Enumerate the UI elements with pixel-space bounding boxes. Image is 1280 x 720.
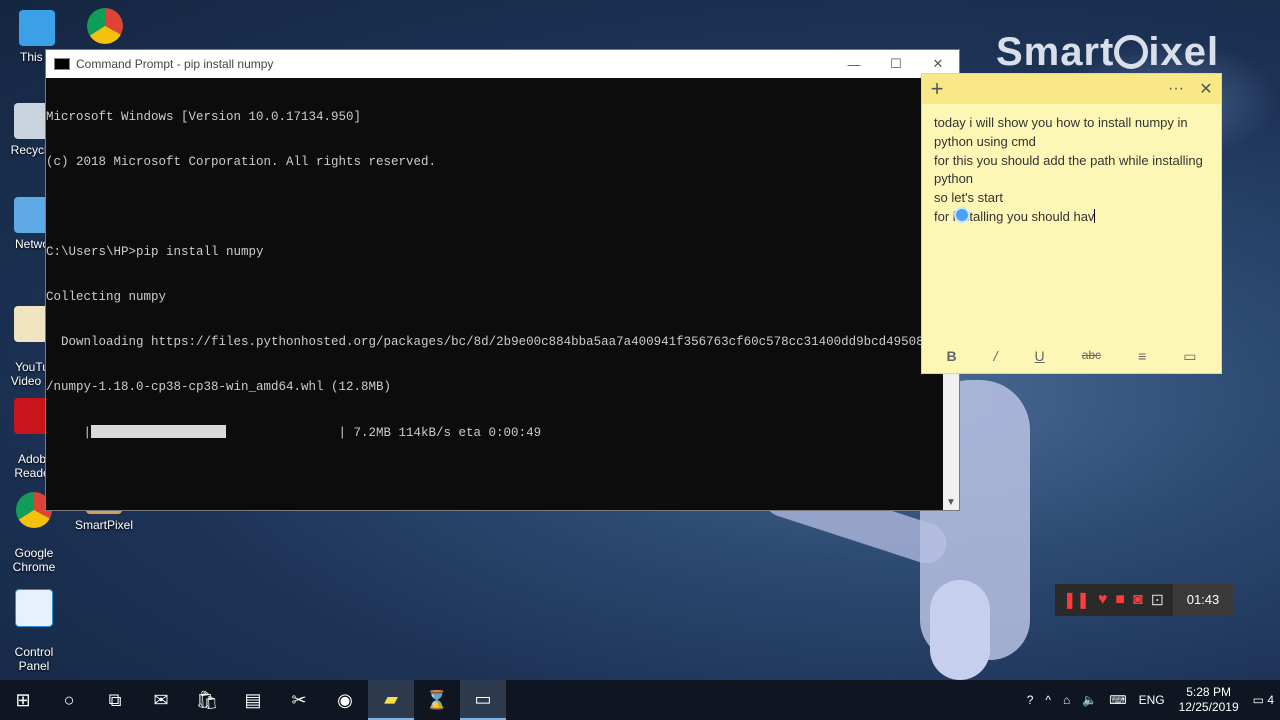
console-line: Microsoft Windows [Version 10.0.17134.95… [46,110,362,124]
clock-date: 12/25/2019 [1178,700,1239,714]
close-icon[interactable]: ✕ [917,56,959,72]
more-options-icon[interactable]: ··· [1161,80,1191,98]
sticky-note-header[interactable]: + ··· ✕ [922,74,1221,104]
desktop-icon-control-panel[interactable]: Control Panel [2,575,66,673]
desktop-icon-label: Control Panel [14,645,54,673]
note-format-toolbar: B / U abc ≡ ▭ [922,348,1221,365]
command-prompt-window[interactable]: Command Prompt - pip install numpy — ☐ ✕… [45,49,960,511]
cmd-window-title: Command Prompt - pip install numpy [76,57,274,71]
keyboard-icon[interactable]: ⌨ [1103,693,1132,707]
bullet-list-icon[interactable]: ≡ [1138,348,1146,365]
note-line: today i will show you how to install num… [934,115,1192,149]
sticky-note[interactable]: + ··· ✕ today i will show you how to ins… [921,73,1222,374]
sticky-notes-taskbar-icon[interactable]: ▰ [368,680,414,720]
heart-icon[interactable]: ♥ [1098,591,1108,609]
volume-icon[interactable]: 🔈 [1076,693,1103,707]
control-panel-icon [15,589,53,627]
system-tray: ? ^ ⌂ 🔈 ⌨ ENG 5:28 PM 12/25/2019 ▭ 4 [1021,680,1280,720]
desktop-icon-label: SmartPixel [74,518,133,532]
chevron-up-icon[interactable]: ^ [1039,693,1057,707]
add-note-icon[interactable]: + [922,76,952,102]
note-line: so let's start [934,190,1003,206]
recorder-taskbar-icon[interactable]: ⌛ [414,680,460,720]
cmd-titlebar[interactable]: Command Prompt - pip install numpy — ☐ ✕ [46,50,959,78]
camera-icon[interactable]: ◙ [1133,591,1143,609]
language-indicator[interactable]: ENG [1133,693,1171,707]
cmd-taskbar-icon[interactable]: ▭ [460,680,506,720]
store-icon[interactable]: 🛍 [184,680,230,720]
desktop-icon-chrome-top[interactable] [80,8,130,48]
stop-icon[interactable]: ■ [1115,591,1125,609]
cmd-console-output[interactable]: Microsoft Windows [Version 10.0.17134.95… [46,78,943,510]
desktop-icon-label: Google Chrome [12,546,56,574]
close-note-icon[interactable]: ✕ [1191,79,1221,99]
taskbar: ⊞ ○ ⧉ ✉ 🛍 ▤ ✂ ◉ ▰ ⌛ ▭ ? ^ ⌂ 🔈 ⌨ ENG 5:28… [0,680,1280,720]
bold-icon[interactable]: B [947,348,957,365]
chrome-icon [87,8,123,44]
underline-icon[interactable]: U [1035,348,1045,365]
screen-recorder-widget[interactable]: ❚❚ ♥ ■ ◙ ⊡ 01:43 [1055,584,1233,616]
italic-icon[interactable]: / [994,348,998,365]
mouse-cursor-highlight [954,207,970,223]
download-progress-line: | | 7.2MB 114kB/s eta 0:00:49 [46,425,542,440]
search-icon[interactable]: ○ [46,680,92,720]
note-line: for this you should add the path while i… [934,152,1207,187]
notification-center-icon[interactable]: ▭ 4 [1247,693,1280,707]
brand-watermark: Smart ixel [996,30,1220,74]
text-caret [1094,208,1096,223]
console-line: Collecting numpy [46,290,167,304]
cmd-app-icon [54,58,70,70]
pause-icon[interactable]: ❚❚ [1063,590,1090,610]
note-line: for installing you should hav [934,208,1096,224]
start-windows-icon[interactable]: ⊞ [0,680,46,720]
console-line: (c) 2018 Microsoft Corporation. All righ… [46,155,437,169]
console-line: /numpy-1.18.0-cp38-cp38-win_amd64.whl (1… [46,380,392,394]
help-icon[interactable]: ? [1021,693,1040,707]
download-progress-bar [91,425,227,438]
chrome-taskbar-icon[interactable]: ◉ [322,680,368,720]
mail-icon[interactable]: ✉ [138,680,184,720]
computer-icon [19,10,55,46]
recording-timer: 01:43 [1173,584,1233,616]
snipping-tool-icon[interactable]: ✂ [276,680,322,720]
maximize-icon[interactable]: ☐ [875,56,917,72]
region-icon[interactable]: ⊡ [1151,590,1164,610]
file-app-icon[interactable]: ▤ [230,680,276,720]
console-line: Downloading https://files.pythonhosted.o… [46,335,924,349]
clock[interactable]: 5:28 PM 12/25/2019 [1171,685,1247,715]
console-line: C:\Users\HP>pip install numpy [46,245,264,259]
network-status-icon[interactable]: ⌂ [1057,693,1076,707]
image-icon[interactable]: ▭ [1183,348,1196,365]
desktop-icon-label: Netwo [14,237,49,251]
minimize-icon[interactable]: — [833,57,875,72]
scroll-down-icon[interactable]: ▼ [946,497,956,508]
clock-time: 5:28 PM [1186,685,1231,699]
task-view-icon[interactable]: ⧉ [92,680,138,720]
strikethrough-icon[interactable]: abc [1082,348,1101,365]
